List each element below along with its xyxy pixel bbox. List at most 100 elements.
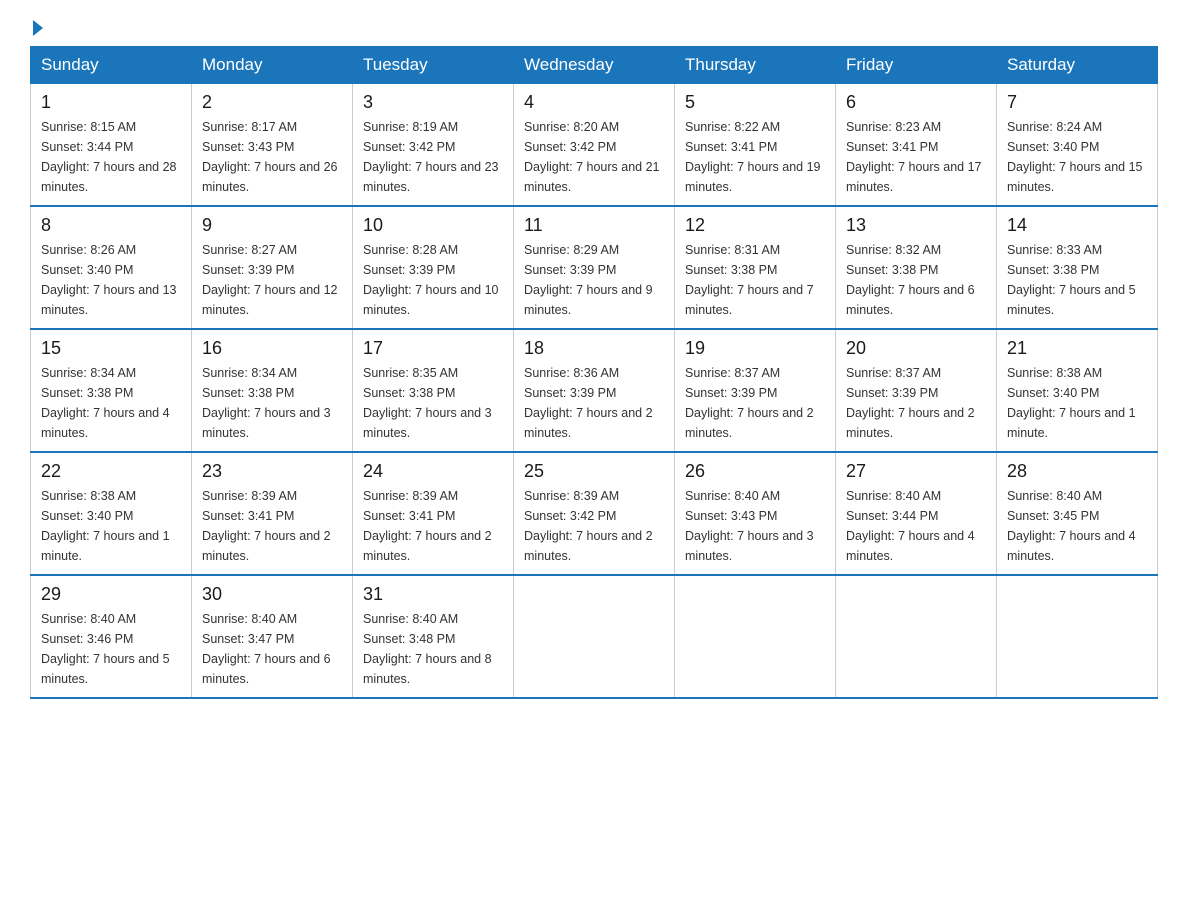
column-header-friday: Friday xyxy=(836,47,997,84)
day-cell-27: 27 Sunrise: 8:40 AM Sunset: 3:44 PM Dayl… xyxy=(836,452,997,575)
day-info: Sunrise: 8:32 AM Sunset: 3:38 PM Dayligh… xyxy=(846,240,986,320)
day-cell-28: 28 Sunrise: 8:40 AM Sunset: 3:45 PM Dayl… xyxy=(997,452,1158,575)
day-cell-9: 9 Sunrise: 8:27 AM Sunset: 3:39 PM Dayli… xyxy=(192,206,353,329)
day-info: Sunrise: 8:38 AM Sunset: 3:40 PM Dayligh… xyxy=(1007,363,1147,443)
day-cell-24: 24 Sunrise: 8:39 AM Sunset: 3:41 PM Dayl… xyxy=(353,452,514,575)
day-number: 22 xyxy=(41,461,181,482)
day-info: Sunrise: 8:36 AM Sunset: 3:39 PM Dayligh… xyxy=(524,363,664,443)
day-cell-11: 11 Sunrise: 8:29 AM Sunset: 3:39 PM Dayl… xyxy=(514,206,675,329)
day-info: Sunrise: 8:26 AM Sunset: 3:40 PM Dayligh… xyxy=(41,240,181,320)
day-cell-3: 3 Sunrise: 8:19 AM Sunset: 3:42 PM Dayli… xyxy=(353,84,514,207)
calendar-table: SundayMondayTuesdayWednesdayThursdayFrid… xyxy=(30,46,1158,699)
day-info: Sunrise: 8:17 AM Sunset: 3:43 PM Dayligh… xyxy=(202,117,342,197)
day-number: 2 xyxy=(202,92,342,113)
day-info: Sunrise: 8:29 AM Sunset: 3:39 PM Dayligh… xyxy=(524,240,664,320)
day-number: 15 xyxy=(41,338,181,359)
column-header-tuesday: Tuesday xyxy=(353,47,514,84)
empty-cell xyxy=(675,575,836,698)
day-info: Sunrise: 8:20 AM Sunset: 3:42 PM Dayligh… xyxy=(524,117,664,197)
day-number: 26 xyxy=(685,461,825,482)
day-info: Sunrise: 8:39 AM Sunset: 3:41 PM Dayligh… xyxy=(363,486,503,566)
day-number: 4 xyxy=(524,92,664,113)
day-number: 9 xyxy=(202,215,342,236)
column-header-sunday: Sunday xyxy=(31,47,192,84)
day-cell-5: 5 Sunrise: 8:22 AM Sunset: 3:41 PM Dayli… xyxy=(675,84,836,207)
day-number: 31 xyxy=(363,584,503,605)
column-header-wednesday: Wednesday xyxy=(514,47,675,84)
day-info: Sunrise: 8:40 AM Sunset: 3:44 PM Dayligh… xyxy=(846,486,986,566)
week-row-5: 29 Sunrise: 8:40 AM Sunset: 3:46 PM Dayl… xyxy=(31,575,1158,698)
day-cell-13: 13 Sunrise: 8:32 AM Sunset: 3:38 PM Dayl… xyxy=(836,206,997,329)
day-cell-15: 15 Sunrise: 8:34 AM Sunset: 3:38 PM Dayl… xyxy=(31,329,192,452)
day-info: Sunrise: 8:35 AM Sunset: 3:38 PM Dayligh… xyxy=(363,363,503,443)
day-info: Sunrise: 8:28 AM Sunset: 3:39 PM Dayligh… xyxy=(363,240,503,320)
day-info: Sunrise: 8:40 AM Sunset: 3:43 PM Dayligh… xyxy=(685,486,825,566)
day-cell-22: 22 Sunrise: 8:38 AM Sunset: 3:40 PM Dayl… xyxy=(31,452,192,575)
day-info: Sunrise: 8:40 AM Sunset: 3:45 PM Dayligh… xyxy=(1007,486,1147,566)
empty-cell xyxy=(836,575,997,698)
day-info: Sunrise: 8:40 AM Sunset: 3:47 PM Dayligh… xyxy=(202,609,342,689)
day-number: 14 xyxy=(1007,215,1147,236)
column-header-monday: Monday xyxy=(192,47,353,84)
day-info: Sunrise: 8:15 AM Sunset: 3:44 PM Dayligh… xyxy=(41,117,181,197)
day-info: Sunrise: 8:24 AM Sunset: 3:40 PM Dayligh… xyxy=(1007,117,1147,197)
day-number: 28 xyxy=(1007,461,1147,482)
day-number: 18 xyxy=(524,338,664,359)
day-number: 29 xyxy=(41,584,181,605)
day-info: Sunrise: 8:34 AM Sunset: 3:38 PM Dayligh… xyxy=(41,363,181,443)
day-info: Sunrise: 8:37 AM Sunset: 3:39 PM Dayligh… xyxy=(846,363,986,443)
day-info: Sunrise: 8:23 AM Sunset: 3:41 PM Dayligh… xyxy=(846,117,986,197)
day-cell-4: 4 Sunrise: 8:20 AM Sunset: 3:42 PM Dayli… xyxy=(514,84,675,207)
page-header xyxy=(30,20,1158,36)
week-row-1: 1 Sunrise: 8:15 AM Sunset: 3:44 PM Dayli… xyxy=(31,84,1158,207)
day-info: Sunrise: 8:31 AM Sunset: 3:38 PM Dayligh… xyxy=(685,240,825,320)
column-header-saturday: Saturday xyxy=(997,47,1158,84)
empty-cell xyxy=(514,575,675,698)
logo xyxy=(30,20,43,36)
day-number: 30 xyxy=(202,584,342,605)
day-cell-2: 2 Sunrise: 8:17 AM Sunset: 3:43 PM Dayli… xyxy=(192,84,353,207)
day-info: Sunrise: 8:33 AM Sunset: 3:38 PM Dayligh… xyxy=(1007,240,1147,320)
day-cell-20: 20 Sunrise: 8:37 AM Sunset: 3:39 PM Dayl… xyxy=(836,329,997,452)
week-row-4: 22 Sunrise: 8:38 AM Sunset: 3:40 PM Dayl… xyxy=(31,452,1158,575)
day-cell-18: 18 Sunrise: 8:36 AM Sunset: 3:39 PM Dayl… xyxy=(514,329,675,452)
day-info: Sunrise: 8:27 AM Sunset: 3:39 PM Dayligh… xyxy=(202,240,342,320)
day-number: 20 xyxy=(846,338,986,359)
day-number: 17 xyxy=(363,338,503,359)
day-cell-14: 14 Sunrise: 8:33 AM Sunset: 3:38 PM Dayl… xyxy=(997,206,1158,329)
empty-cell xyxy=(997,575,1158,698)
day-number: 3 xyxy=(363,92,503,113)
day-number: 23 xyxy=(202,461,342,482)
day-info: Sunrise: 8:19 AM Sunset: 3:42 PM Dayligh… xyxy=(363,117,503,197)
day-number: 25 xyxy=(524,461,664,482)
day-cell-30: 30 Sunrise: 8:40 AM Sunset: 3:47 PM Dayl… xyxy=(192,575,353,698)
day-cell-8: 8 Sunrise: 8:26 AM Sunset: 3:40 PM Dayli… xyxy=(31,206,192,329)
day-cell-31: 31 Sunrise: 8:40 AM Sunset: 3:48 PM Dayl… xyxy=(353,575,514,698)
day-cell-29: 29 Sunrise: 8:40 AM Sunset: 3:46 PM Dayl… xyxy=(31,575,192,698)
day-number: 11 xyxy=(524,215,664,236)
day-info: Sunrise: 8:40 AM Sunset: 3:46 PM Dayligh… xyxy=(41,609,181,689)
day-number: 12 xyxy=(685,215,825,236)
logo-blue-text xyxy=(30,20,43,36)
column-header-thursday: Thursday xyxy=(675,47,836,84)
day-number: 8 xyxy=(41,215,181,236)
day-cell-7: 7 Sunrise: 8:24 AM Sunset: 3:40 PM Dayli… xyxy=(997,84,1158,207)
calendar-header-row: SundayMondayTuesdayWednesdayThursdayFrid… xyxy=(31,47,1158,84)
day-info: Sunrise: 8:40 AM Sunset: 3:48 PM Dayligh… xyxy=(363,609,503,689)
day-number: 5 xyxy=(685,92,825,113)
day-info: Sunrise: 8:34 AM Sunset: 3:38 PM Dayligh… xyxy=(202,363,342,443)
day-cell-19: 19 Sunrise: 8:37 AM Sunset: 3:39 PM Dayl… xyxy=(675,329,836,452)
day-cell-23: 23 Sunrise: 8:39 AM Sunset: 3:41 PM Dayl… xyxy=(192,452,353,575)
day-cell-26: 26 Sunrise: 8:40 AM Sunset: 3:43 PM Dayl… xyxy=(675,452,836,575)
day-info: Sunrise: 8:37 AM Sunset: 3:39 PM Dayligh… xyxy=(685,363,825,443)
day-cell-17: 17 Sunrise: 8:35 AM Sunset: 3:38 PM Dayl… xyxy=(353,329,514,452)
day-number: 19 xyxy=(685,338,825,359)
day-info: Sunrise: 8:22 AM Sunset: 3:41 PM Dayligh… xyxy=(685,117,825,197)
logo-arrow-icon xyxy=(33,20,43,36)
day-cell-21: 21 Sunrise: 8:38 AM Sunset: 3:40 PM Dayl… xyxy=(997,329,1158,452)
day-cell-12: 12 Sunrise: 8:31 AM Sunset: 3:38 PM Dayl… xyxy=(675,206,836,329)
day-number: 24 xyxy=(363,461,503,482)
day-info: Sunrise: 8:38 AM Sunset: 3:40 PM Dayligh… xyxy=(41,486,181,566)
day-info: Sunrise: 8:39 AM Sunset: 3:42 PM Dayligh… xyxy=(524,486,664,566)
day-number: 10 xyxy=(363,215,503,236)
